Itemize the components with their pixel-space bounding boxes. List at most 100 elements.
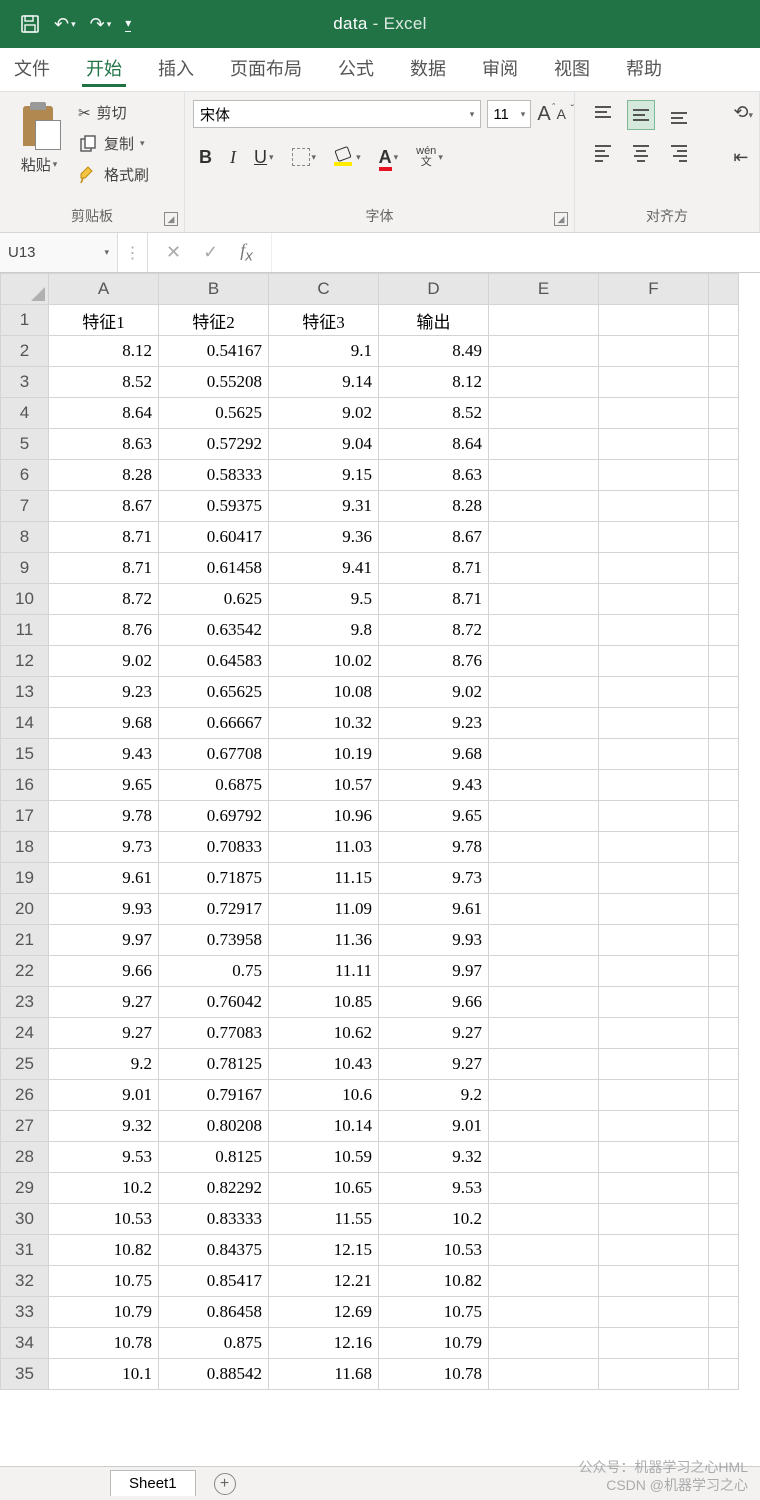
column-header[interactable]: A [49, 274, 159, 305]
cell[interactable]: 10.62 [269, 1018, 379, 1049]
column-header[interactable]: D [379, 274, 489, 305]
cell[interactable]: 9.32 [379, 1142, 489, 1173]
row-header[interactable]: 4 [1, 398, 49, 429]
cell[interactable]: 0.6875 [159, 770, 269, 801]
row-header[interactable]: 17 [1, 801, 49, 832]
cell[interactable]: 0.82292 [159, 1173, 269, 1204]
cell[interactable]: 9.65 [49, 770, 159, 801]
cell[interactable]: 9.73 [379, 863, 489, 894]
cell[interactable]: 9.8 [269, 615, 379, 646]
cell[interactable]: 8.52 [379, 398, 489, 429]
cell[interactable]: 9.2 [49, 1049, 159, 1080]
cell[interactable] [489, 1018, 599, 1049]
column-header[interactable] [709, 274, 739, 305]
row-header[interactable]: 5 [1, 429, 49, 460]
cell[interactable]: 12.16 [269, 1328, 379, 1359]
tab-开始[interactable]: 开始 [82, 47, 126, 91]
row-header[interactable]: 20 [1, 894, 49, 925]
cell[interactable]: 8.71 [49, 522, 159, 553]
cell[interactable]: 8.67 [379, 522, 489, 553]
cell[interactable]: 11.09 [269, 894, 379, 925]
tab-公式[interactable]: 公式 [334, 47, 378, 91]
cell[interactable]: 输出 [379, 305, 489, 336]
cell[interactable] [489, 615, 599, 646]
cell[interactable] [709, 615, 739, 646]
cell[interactable] [709, 1359, 739, 1390]
cell[interactable]: 9.5 [269, 584, 379, 615]
cell[interactable]: 10.08 [269, 677, 379, 708]
cell[interactable] [489, 1359, 599, 1390]
cell[interactable] [709, 925, 739, 956]
cell[interactable] [599, 615, 709, 646]
row-header[interactable]: 3 [1, 367, 49, 398]
cell[interactable] [599, 1235, 709, 1266]
cell[interactable]: 0.875 [159, 1328, 269, 1359]
cell[interactable] [709, 491, 739, 522]
row-header[interactable]: 28 [1, 1142, 49, 1173]
cell[interactable]: 9.53 [379, 1173, 489, 1204]
font-color-button[interactable]: A▾ [379, 147, 399, 168]
cell[interactable] [599, 739, 709, 770]
row-header[interactable]: 13 [1, 677, 49, 708]
cell[interactable]: 0.61458 [159, 553, 269, 584]
cell[interactable]: 9.68 [379, 739, 489, 770]
cell[interactable] [709, 522, 739, 553]
cell[interactable]: 0.73958 [159, 925, 269, 956]
cell[interactable]: 10.82 [49, 1235, 159, 1266]
cell[interactable]: 0.70833 [159, 832, 269, 863]
tab-审阅[interactable]: 审阅 [478, 47, 522, 91]
cell[interactable] [709, 429, 739, 460]
undo-icon[interactable]: ↶▾ [54, 14, 76, 35]
dialog-launcher-icon[interactable]: ◢ [554, 212, 568, 226]
column-header[interactable]: F [599, 274, 709, 305]
cell[interactable]: 10.78 [379, 1359, 489, 1390]
cell[interactable]: 0.66667 [159, 708, 269, 739]
cell[interactable]: 0.85417 [159, 1266, 269, 1297]
row-header[interactable]: 34 [1, 1328, 49, 1359]
cell[interactable] [709, 801, 739, 832]
cell[interactable]: 0.64583 [159, 646, 269, 677]
border-button[interactable]: ▾ [292, 148, 317, 166]
tab-页面布局[interactable]: 页面布局 [226, 47, 306, 91]
decrease-font-icon[interactable]: Aˇ [557, 106, 566, 122]
cell[interactable]: 12.15 [269, 1235, 379, 1266]
cell[interactable]: 11.68 [269, 1359, 379, 1390]
cell[interactable] [599, 646, 709, 677]
cell[interactable]: 10.1 [49, 1359, 159, 1390]
cell[interactable]: 9.61 [379, 894, 489, 925]
cell[interactable]: 11.15 [269, 863, 379, 894]
cell[interactable]: 9.97 [379, 956, 489, 987]
cell[interactable]: 8.64 [49, 398, 159, 429]
cell[interactable] [599, 1297, 709, 1328]
cell[interactable]: 9.32 [49, 1111, 159, 1142]
cell[interactable]: 11.36 [269, 925, 379, 956]
cell[interactable]: 特征2 [159, 305, 269, 336]
column-header[interactable]: E [489, 274, 599, 305]
cell[interactable] [599, 553, 709, 584]
cell[interactable] [489, 460, 599, 491]
cell[interactable]: 0.72917 [159, 894, 269, 925]
cell[interactable] [709, 1173, 739, 1204]
cell[interactable]: 10.59 [269, 1142, 379, 1173]
cell[interactable]: 0.57292 [159, 429, 269, 460]
cell[interactable] [489, 1328, 599, 1359]
cell[interactable]: 10.2 [49, 1173, 159, 1204]
row-header[interactable]: 15 [1, 739, 49, 770]
cell[interactable] [599, 801, 709, 832]
formula-input[interactable] [272, 233, 760, 272]
cell[interactable]: 9.27 [49, 1018, 159, 1049]
cell[interactable] [489, 336, 599, 367]
cell[interactable] [489, 553, 599, 584]
column-header[interactable]: B [159, 274, 269, 305]
cell[interactable] [709, 1328, 739, 1359]
cell[interactable] [489, 956, 599, 987]
cell[interactable] [599, 832, 709, 863]
cell[interactable]: 9.01 [49, 1080, 159, 1111]
cell[interactable]: 9.73 [49, 832, 159, 863]
cell[interactable] [599, 336, 709, 367]
row-header[interactable]: 7 [1, 491, 49, 522]
cell[interactable]: 9.43 [49, 739, 159, 770]
cell[interactable]: 0.5625 [159, 398, 269, 429]
row-header[interactable]: 9 [1, 553, 49, 584]
cell[interactable] [709, 398, 739, 429]
